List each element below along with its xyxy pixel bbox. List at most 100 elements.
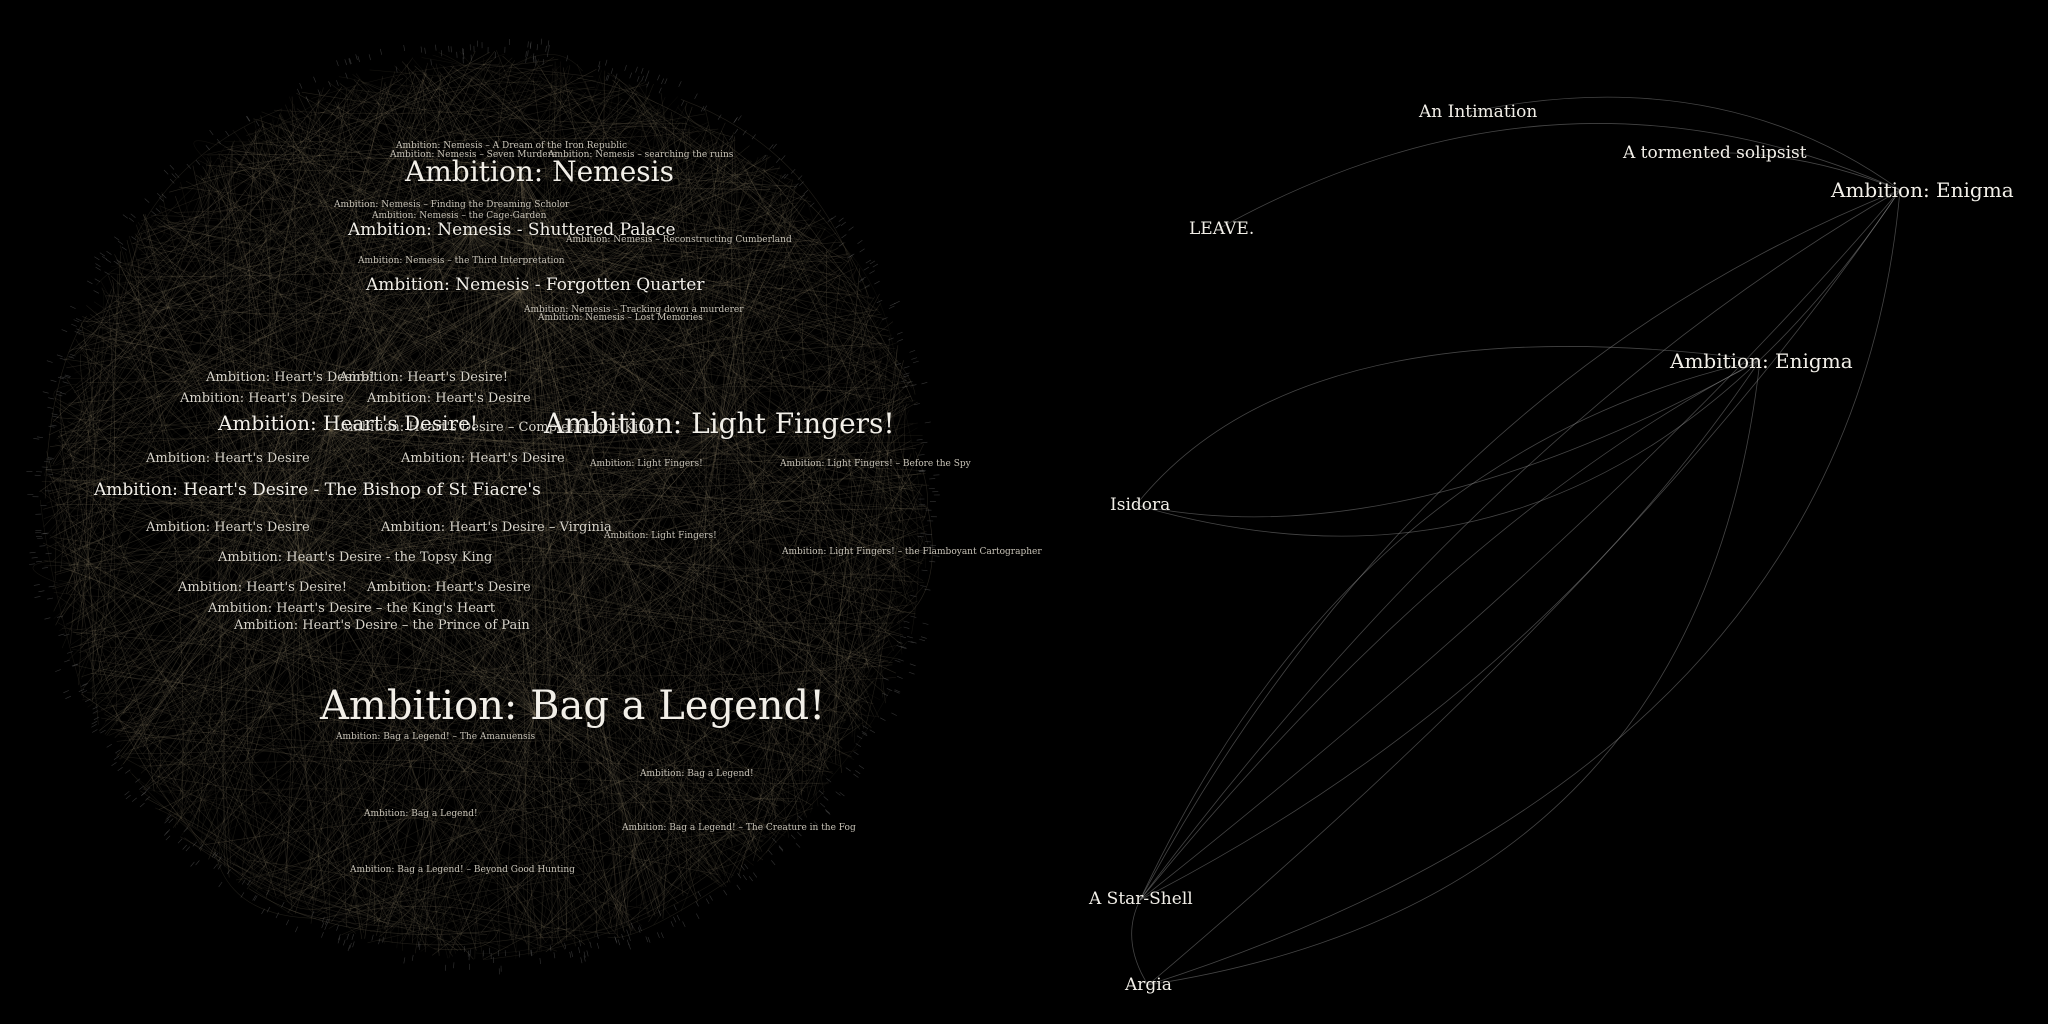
edge-stub: [831, 215, 837, 220]
node-argia[interactable]: Argia: [1125, 977, 1172, 994]
edge-stub: [771, 860, 776, 866]
node-label[interactable]: Ambition: Bag a Legend!: [640, 770, 754, 779]
node-label[interactable]: Ambition: Light Fingers!: [590, 460, 703, 469]
edge-stub: [378, 938, 381, 945]
node-ambition-enigma-2[interactable]: Ambition: Enigma: [1670, 351, 1853, 371]
edge-stub: [34, 596, 41, 598]
edge-stub: [125, 794, 131, 800]
hub-nemesis[interactable]: Ambition: Nemesis: [405, 158, 674, 186]
edge-stub: [918, 454, 925, 456]
edge-stub: [321, 931, 324, 938]
edge-stub: [855, 770, 861, 775]
node-a-star-shell[interactable]: A Star-Shell: [1089, 891, 1193, 908]
edge-stub: [869, 729, 876, 733]
edge-stub: [848, 226, 854, 231]
edge-stub: [624, 65, 627, 71]
node-label[interactable]: Ambition: Heart's Desire: [180, 392, 344, 405]
edge-stub: [99, 252, 106, 257]
edge-stub: [52, 415, 59, 418]
edge-stub: [919, 638, 925, 642]
hub-hearts-desire-bishop[interactable]: Ambition: Heart's Desire - The Bishop of…: [94, 482, 541, 499]
edge-stub: [658, 87, 662, 94]
hub-hearts-desire[interactable]: Ambition: Heart's Desire!: [218, 413, 478, 433]
edge-stub: [545, 45, 547, 52]
edge: [1135, 359, 1761, 518]
node-label[interactable]: Ambition: Light Fingers! – Before the Sp…: [780, 460, 971, 469]
edge-stub: [93, 290, 100, 294]
edge-stub: [35, 560, 42, 563]
edge-stub: [168, 818, 174, 824]
edge-stub: [845, 767, 851, 772]
edge-stub: [450, 46, 452, 53]
edge-stub: [131, 797, 137, 802]
edge-stub: [748, 876, 753, 882]
hub-light-fingers[interactable]: Ambition: Light Fingers!: [544, 410, 895, 438]
edge-stub: [645, 936, 649, 943]
edge-stub: [95, 266, 101, 271]
node-tormented-solipsist[interactable]: A tormented solipsist: [1623, 145, 1807, 162]
node-label[interactable]: Ambition: Bag a Legend!: [364, 810, 478, 819]
edge-stub: [62, 381, 69, 384]
edge-stub: [907, 636, 913, 639]
edge-stub: [628, 935, 631, 941]
edge-stub: [636, 75, 640, 82]
edge-stub: [723, 890, 728, 896]
node-leave[interactable]: LEAVE.: [1189, 221, 1254, 238]
edge: [1139, 359, 1761, 901]
edge-stub: [839, 792, 845, 797]
node-label[interactable]: Ambition: Light Fingers!: [604, 532, 717, 541]
node-label[interactable]: Ambition: Heart's Desire: [367, 581, 531, 594]
edge-stub: [91, 724, 97, 728]
node-label[interactable]: Ambition: Nemesis – Finding the Dreaming…: [334, 201, 569, 210]
edge-stub: [299, 82, 303, 89]
node-label[interactable]: Ambition: Heart's Desire: [146, 521, 310, 534]
node-label[interactable]: Ambition: Heart's Desire – the King's He…: [208, 602, 495, 615]
node-label[interactable]: Ambition: Heart's Desire: [367, 392, 531, 405]
edge-stub: [838, 217, 844, 222]
edge-stub: [169, 164, 175, 170]
node-label[interactable]: Ambition: Nemesis – Lost Memories: [538, 314, 703, 323]
edge-stub: [920, 636, 927, 639]
node-label[interactable]: Ambition: Heart's Desire: [146, 452, 310, 465]
node-ambition-enigma-1[interactable]: Ambition: Enigma: [1831, 180, 2014, 200]
edge-stub: [589, 941, 592, 948]
edge-stub: [880, 717, 886, 721]
edge-stub: [887, 337, 894, 341]
edge: [1135, 346, 1761, 506]
node-label[interactable]: Ambition: Heart's Desire – the Prince of…: [234, 619, 530, 632]
edge-stub: [106, 743, 112, 748]
node-isidora[interactable]: Isidora: [1110, 497, 1170, 514]
edge-stub: [695, 901, 699, 907]
node-label[interactable]: Ambition: Heart's Desire – Virginia: [381, 521, 612, 534]
edge-stub: [628, 943, 631, 950]
edge-stub: [740, 865, 745, 871]
node-label[interactable]: Ambition: Bag a Legend! – The Amanuensis: [336, 733, 535, 742]
node-an-intimation[interactable]: An Intimation: [1419, 104, 1537, 121]
edge-stub: [903, 366, 910, 369]
edge-stub: [897, 658, 904, 662]
edge-stub: [564, 942, 566, 949]
hub-nemesis-shuttered-palace[interactable]: Ambition: Nemesis - Shuttered Palace: [348, 222, 676, 239]
node-label[interactable]: Ambition: Heart's Desire!: [339, 371, 508, 384]
edge-stub: [859, 248, 865, 253]
hub-bag-a-legend[interactable]: Ambition: Bag a Legend!: [320, 686, 825, 726]
edge-stub: [435, 44, 437, 51]
edge-stub: [909, 663, 916, 667]
hub-nemesis-forgotten-quarter[interactable]: Ambition: Nemesis - Forgotten Quarter: [366, 277, 704, 294]
edge-stub: [826, 778, 832, 783]
edge-stub: [65, 695, 72, 699]
node-label[interactable]: Ambition: Heart's Desire!: [178, 581, 347, 594]
edge-stub: [605, 59, 608, 66]
node-label[interactable]: Ambition: Heart's Desire: [401, 452, 565, 465]
hub-hearts-desire-topsy-king[interactable]: Ambition: Heart's Desire - the Topsy Kin…: [218, 551, 492, 564]
edge-stub: [869, 260, 876, 265]
node-label[interactable]: Ambition: Bag a Legend! – Beyond Good Hu…: [350, 866, 575, 875]
edge-stub: [164, 818, 170, 824]
node-label[interactable]: Ambition: Nemesis – the Third Interpreta…: [358, 257, 565, 266]
edge-stub: [660, 932, 664, 939]
edge-stub: [639, 925, 642, 932]
edge-stub: [380, 48, 382, 55]
node-label[interactable]: Ambition: Bag a Legend! – The Creature i…: [622, 824, 856, 833]
edge-stub: [113, 755, 120, 760]
node-label[interactable]: Ambition: Light Fingers! – the Flamboyan…: [782, 548, 1042, 557]
